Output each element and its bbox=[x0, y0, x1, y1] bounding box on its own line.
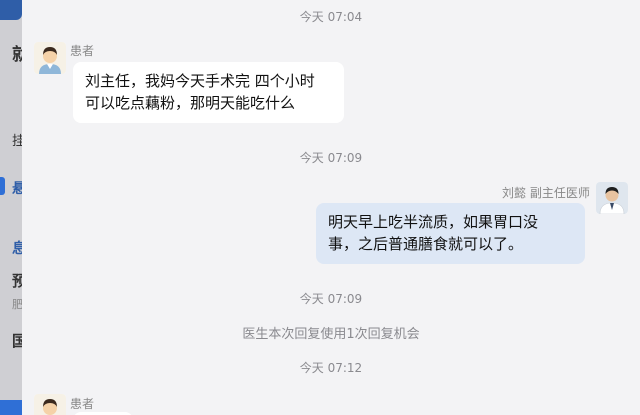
background-text: 息 bbox=[12, 241, 22, 257]
message-text-line: 明天早上吃半流质，如果胃口没 bbox=[328, 213, 539, 231]
sender-name: 患者 bbox=[70, 44, 95, 58]
patient-avatar[interactable] bbox=[34, 42, 66, 74]
background-indicator bbox=[0, 177, 5, 195]
timestamp: 今天 07:12 bbox=[299, 361, 363, 375]
sender-name: 刘懿 副主任医师 bbox=[502, 186, 590, 200]
chat-panel[interactable]: 今天 07:04 患者 刘主任，我妈今天手术完 四个小时 可以吃点藕粉，那明天能… bbox=[22, 0, 640, 415]
timestamp: 今天 07:09 bbox=[299, 292, 363, 306]
patient-avatar-icon bbox=[34, 394, 66, 415]
background-text: 就 bbox=[12, 45, 22, 65]
doctor-message-bubble[interactable]: 明天早上吃半流质，如果胃口没 事，之后普通膳食就可以了。 bbox=[316, 203, 585, 264]
message-text-line: 刘主任，我妈今天手术完 四个小时 bbox=[85, 72, 315, 90]
doctor-avatar-icon bbox=[596, 182, 628, 214]
background-text: 肥 bbox=[12, 298, 22, 311]
timestamp: 今天 07:04 bbox=[299, 10, 363, 24]
background-text: 预 bbox=[12, 272, 22, 290]
patient-avatar-icon bbox=[34, 42, 66, 74]
doctor-avatar[interactable] bbox=[596, 182, 628, 214]
background-text: 国 bbox=[12, 332, 22, 350]
patient-message-bubble[interactable]: 刘主任，我妈今天手术完 四个小时 可以吃点藕粉，那明天能吃什么 bbox=[73, 62, 344, 123]
timestamp: 今天 07:09 bbox=[299, 151, 363, 165]
background-header-block bbox=[0, 0, 22, 20]
background-footer-block bbox=[0, 400, 22, 415]
background-text: 悬 bbox=[12, 181, 22, 197]
patient-avatar[interactable] bbox=[34, 394, 66, 415]
background-page-strip: 就 挂 悬 息 预 肥 国 bbox=[0, 0, 22, 415]
message-text-line: 事，之后普通膳食就可以了。 bbox=[328, 235, 524, 253]
message-text-line: 可以吃点藕粉，那明天能吃什么 bbox=[85, 94, 296, 112]
sender-name: 患者 bbox=[70, 397, 95, 411]
background-text: 挂 bbox=[12, 134, 22, 149]
reply-quota-notice: 医生本次回复使用1次回复机会 bbox=[242, 327, 420, 342]
